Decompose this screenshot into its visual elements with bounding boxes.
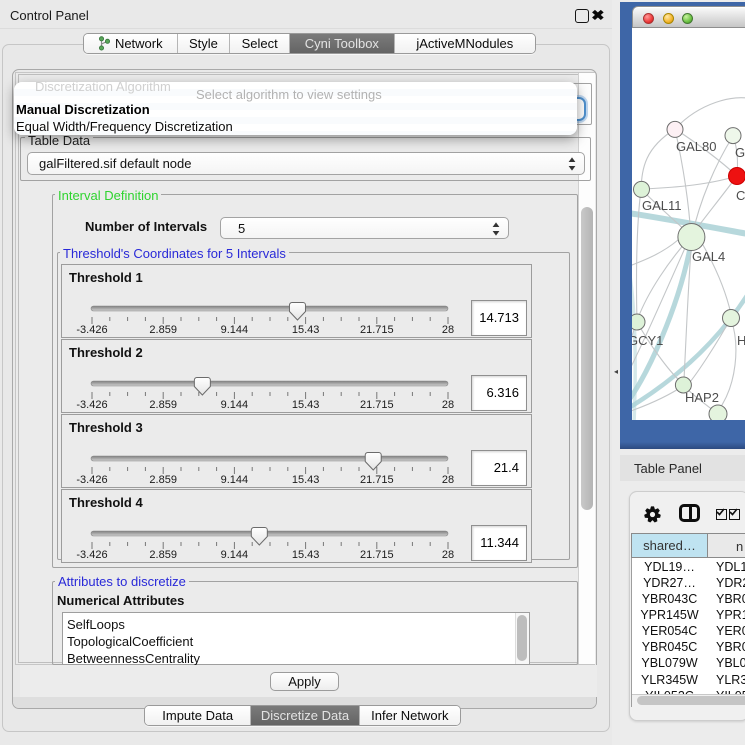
svg-text:9.144: 9.144 bbox=[221, 549, 249, 561]
svg-text:28: 28 bbox=[442, 549, 454, 561]
svg-text:15.43: 15.43 bbox=[292, 399, 320, 411]
svg-text:2.859: 2.859 bbox=[149, 474, 177, 486]
svg-text:15.43: 15.43 bbox=[292, 549, 320, 561]
svg-text:-3.426: -3.426 bbox=[76, 474, 107, 486]
svg-text:15.43: 15.43 bbox=[292, 324, 320, 336]
svg-text:C: C bbox=[736, 188, 745, 203]
svg-text:HAP2: HAP2 bbox=[685, 390, 719, 405]
svg-text:21.715: 21.715 bbox=[360, 549, 394, 561]
svg-text:21.715: 21.715 bbox=[360, 324, 394, 336]
svg-text:-3.426: -3.426 bbox=[76, 324, 107, 336]
svg-text:28: 28 bbox=[442, 324, 454, 336]
svg-text:28: 28 bbox=[442, 399, 454, 411]
svg-text:2.859: 2.859 bbox=[149, 549, 177, 561]
svg-text:GA: GA bbox=[735, 145, 745, 160]
svg-text:15.43: 15.43 bbox=[292, 474, 320, 486]
svg-text:2.859: 2.859 bbox=[149, 399, 177, 411]
svg-text:H: H bbox=[737, 333, 745, 348]
svg-text:9.144: 9.144 bbox=[221, 474, 249, 486]
svg-text:21.715: 21.715 bbox=[360, 399, 394, 411]
svg-text:GAL80: GAL80 bbox=[676, 139, 716, 154]
svg-text:9.144: 9.144 bbox=[221, 399, 249, 411]
svg-text:GAL11: GAL11 bbox=[642, 198, 682, 213]
svg-text:21.715: 21.715 bbox=[360, 474, 394, 486]
svg-text:28: 28 bbox=[442, 474, 454, 486]
svg-text:GCY1: GCY1 bbox=[632, 333, 663, 348]
svg-text:9.144: 9.144 bbox=[221, 324, 249, 336]
svg-text:-3.426: -3.426 bbox=[76, 549, 107, 561]
svg-text:GAL4: GAL4 bbox=[692, 249, 725, 264]
svg-text:-3.426: -3.426 bbox=[76, 399, 107, 411]
svg-text:2.859: 2.859 bbox=[149, 324, 177, 336]
